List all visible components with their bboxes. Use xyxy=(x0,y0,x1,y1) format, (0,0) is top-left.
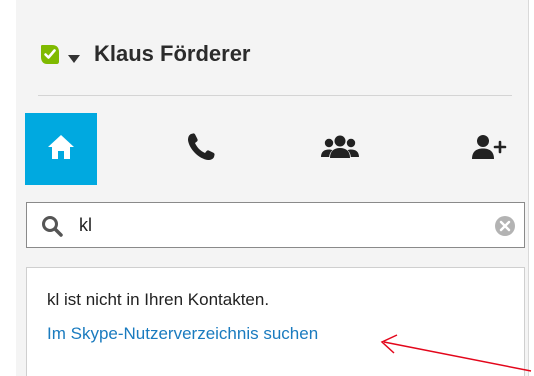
tab-home[interactable] xyxy=(25,113,97,185)
search-results-panel: kl ist nicht in Ihren Kontakten. Im Skyp… xyxy=(26,267,525,376)
search-input[interactable] xyxy=(79,211,459,239)
tab-contacts[interactable] xyxy=(304,113,376,185)
people-icon xyxy=(320,134,360,165)
profile-header[interactable]: Klaus Förderer xyxy=(38,34,251,74)
clear-search-icon[interactable] xyxy=(494,215,516,237)
search-box[interactable] xyxy=(26,202,525,248)
profile-name[interactable]: Klaus Förderer xyxy=(94,41,251,67)
skype-online-status-icon[interactable] xyxy=(38,42,62,66)
not-in-contacts-message: kl ist nicht in Ihren Kontakten. xyxy=(47,290,270,309)
tab-add-contact[interactable] xyxy=(453,113,525,185)
chevron-down-icon[interactable] xyxy=(68,50,80,63)
tab-calls[interactable] xyxy=(165,113,237,185)
phone-icon xyxy=(185,131,217,168)
main-nav xyxy=(25,113,525,185)
search-directory-link[interactable]: Im Skype-Nutzerverzeichnis suchen xyxy=(47,324,318,344)
search-icon xyxy=(41,215,63,237)
app-root: Klaus Förderer kl kl ist nicht in Ihren … xyxy=(0,0,534,376)
header-divider xyxy=(38,95,512,96)
add-contact-icon xyxy=(471,133,507,166)
home-icon xyxy=(46,133,76,166)
